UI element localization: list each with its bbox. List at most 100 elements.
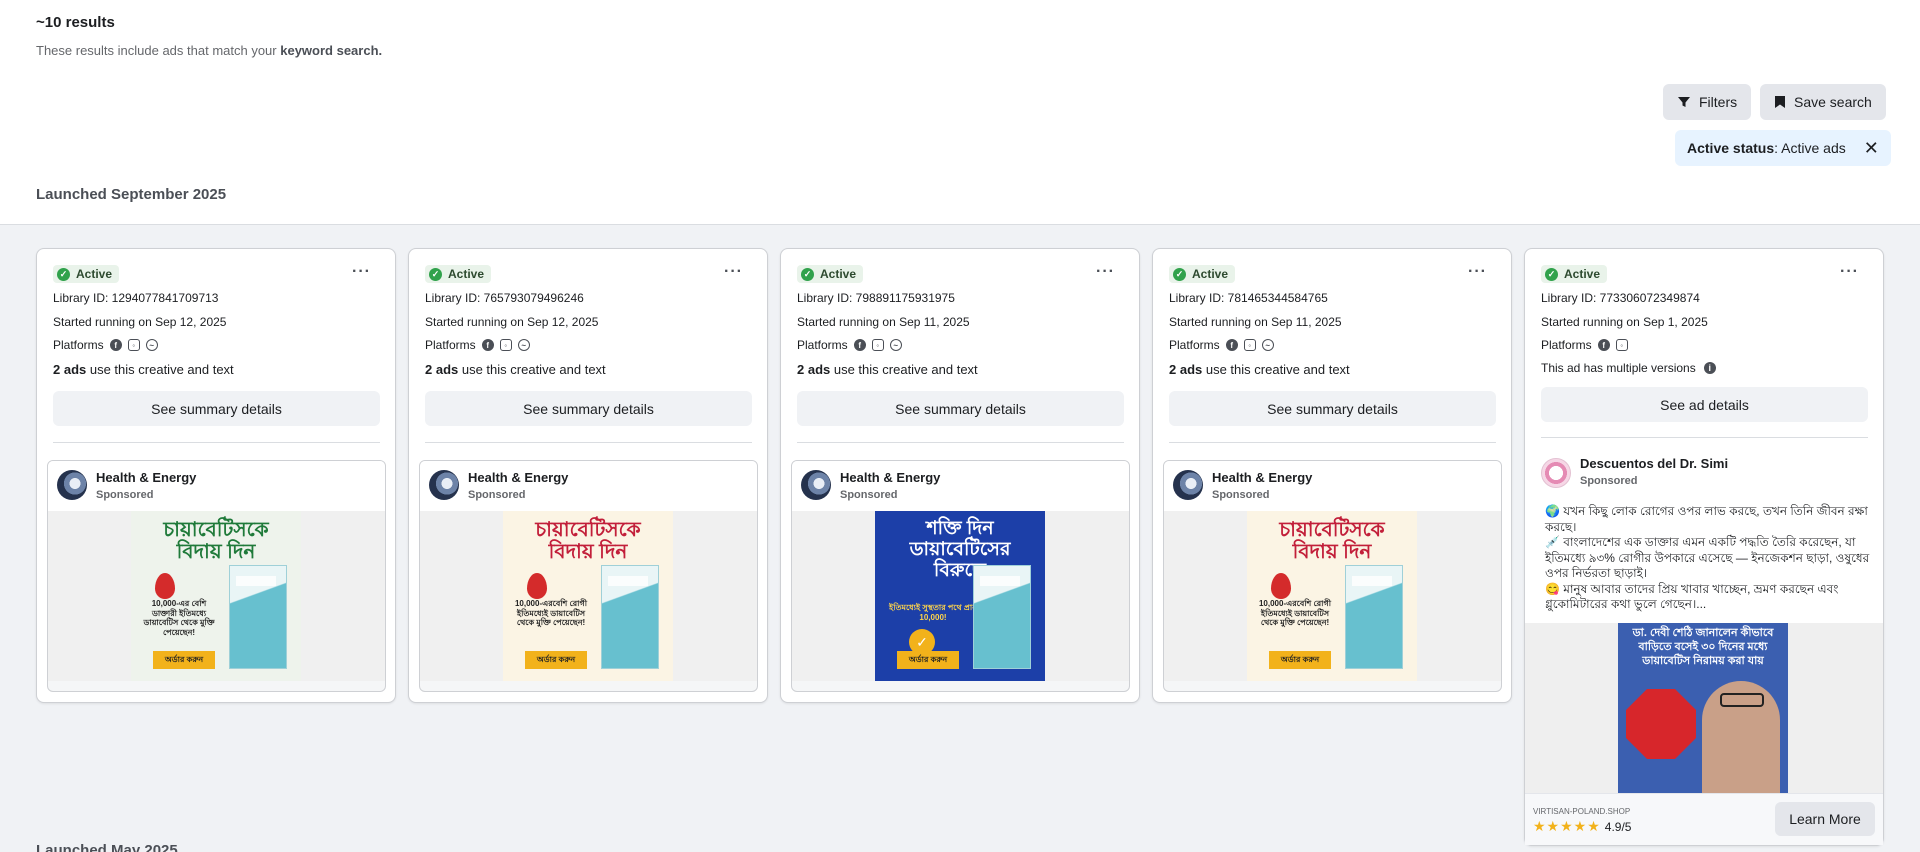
instagram-icon: ◦: [1615, 339, 1628, 351]
learn-more-button[interactable]: Learn More: [1775, 802, 1875, 836]
ad-card: ✓ Active ··· Library ID: 781465344584765 …: [1152, 248, 1512, 703]
more-options-icon[interactable]: ···: [352, 263, 371, 281]
started-running: Started running on Sep 1, 2025: [1541, 315, 1708, 329]
ad-creative: চায়াবেটিসকে বিদায় দিন 10,000-এর বেশি ড…: [131, 511, 301, 681]
library-id: Library ID: 781465344584765: [1169, 291, 1328, 305]
close-icon[interactable]: ✕: [1864, 138, 1879, 159]
preview-header: Health & Energy Sponsored: [420, 461, 757, 511]
creative-title: চায়াবেটিসকে বিদায় দিন: [1279, 519, 1385, 563]
messenger-icon: ~: [1261, 339, 1274, 351]
ad-card: ✓ Active ··· Library ID: 1294077841709713…: [36, 248, 396, 703]
platforms-label: Platforms: [797, 338, 848, 352]
divider: [425, 442, 752, 443]
creative-title: চায়াবেটিসকে বিদায় দিন: [535, 519, 641, 563]
facebook-icon: f: [1597, 339, 1610, 351]
product-box: [601, 565, 659, 669]
ad-creative: চায়াবেটিসকে বিদায় দিন 10,000-এরবেশি রো…: [1247, 511, 1417, 681]
info-icon[interactable]: i: [1703, 362, 1716, 374]
started-running: Started running on Sep 11, 2025: [797, 315, 970, 329]
creative-subtext: 10,000-এরবেশি রোগী ইতিমধ্যেই ডায়াবেটিস …: [1258, 599, 1332, 628]
ad-preview[interactable]: Health & Energy Sponsored চায়াবেটিসকে ব…: [419, 460, 758, 692]
star-rating-icon: ★★★★★: [1533, 818, 1601, 834]
ad-card: ✓ Active ··· Library ID: 798891175931975 …: [780, 248, 1140, 703]
more-options-icon[interactable]: ···: [1840, 263, 1859, 281]
avatar: [1173, 470, 1203, 500]
filter-value: : Active ads: [1774, 140, 1846, 156]
see-summary-details-button[interactable]: See summary details: [53, 391, 380, 426]
product-box: [1345, 565, 1403, 669]
status-badge: ✓ Active: [797, 265, 864, 283]
started-running: Started running on Sep 12, 2025: [53, 315, 227, 329]
ads-text: use this creative and text: [86, 362, 234, 377]
creative-subtext: ইতিমধ্যেই সুস্থতার পথে প্রায় 10,000!: [889, 603, 977, 622]
platforms-row: Platforms f ◦ ~: [797, 338, 902, 352]
messenger-icon: ~: [889, 339, 902, 351]
sponsored-label: Sponsored: [96, 489, 154, 501]
page-name[interactable]: Health & Energy: [468, 470, 568, 485]
ads-count: 2 ads: [53, 362, 87, 377]
facebook-icon: f: [109, 339, 122, 351]
check-icon: ✓: [1173, 267, 1186, 281]
creative-subtext: 10,000-এরবেশি রোগী ইতিমধ্যেই ডায়াবেটিস …: [514, 599, 588, 628]
rating: ★★★★★ 4.9/5: [1533, 818, 1631, 835]
creative-subtext: 10,000-এর বেশি ডাক্তারী ইতিমধ্যে ডায়াবে…: [143, 599, 215, 637]
blood-drop-icon: [155, 573, 175, 599]
facebook-icon: f: [481, 339, 494, 351]
ad-creative: ডা. দেবী শেঠি জানালেন কীভাবে বাড়িতে বসে…: [1618, 623, 1788, 793]
instagram-icon: ◦: [871, 339, 884, 351]
ad-image: ডা. দেবী শেঠি জানালেন কীভাবে বাড়িতে বসে…: [1525, 623, 1883, 793]
status-badge: ✓ Active: [1541, 265, 1608, 283]
page-name[interactable]: Health & Energy: [96, 470, 196, 485]
facebook-icon: f: [1225, 339, 1238, 351]
ad-preview[interactable]: Health & Energy Sponsored চায়াবেটিসকে ব…: [47, 460, 386, 692]
blood-drop-icon: [527, 573, 547, 599]
platforms-row: Platforms f ◦: [1541, 338, 1628, 352]
ad-image: চায়াবেটিসকে বিদায় দিন 10,000-এরবেশি রো…: [420, 511, 757, 681]
facebook-icon: f: [853, 339, 866, 351]
creative-cta: অর্ডার করুন: [897, 651, 959, 669]
page-name[interactable]: Health & Energy: [840, 470, 940, 485]
ad-preview[interactable]: Health & Energy Sponsored চায়াবেটিসকে ব…: [1163, 460, 1502, 692]
ad-footer: VIRTISAN-POLAND.SHOP ★★★★★ 4.9/5 Learn M…: [1525, 793, 1883, 845]
status-badge: ✓ Active: [425, 265, 492, 283]
see-summary-details-button[interactable]: See summary details: [797, 391, 1124, 426]
ad-image: শক্তি দিন ডায়াবেটিসের বিরুদ্ধে ইতিমধ্যে…: [792, 511, 1129, 681]
results-count: ~10 results: [36, 14, 115, 31]
check-icon: ✓: [1545, 267, 1558, 281]
results-sub-text: These results include ads that match you…: [36, 43, 281, 58]
more-options-icon[interactable]: ···: [1096, 263, 1115, 281]
results-header: ~10 results These results include ads th…: [0, 0, 1920, 225]
more-options-icon[interactable]: ···: [724, 263, 743, 281]
filters-button[interactable]: Filters: [1663, 84, 1752, 120]
shop-domain: VIRTISAN-POLAND.SHOP: [1533, 807, 1631, 816]
sponsored-label: Sponsored: [1212, 489, 1270, 501]
ads-count: 2 ads: [797, 362, 831, 377]
stop-sign-icon: [1626, 689, 1696, 759]
more-options-icon[interactable]: ···: [1468, 263, 1487, 281]
preview-header: Health & Energy Sponsored: [792, 461, 1129, 511]
see-summary-details-button[interactable]: See summary details: [425, 391, 752, 426]
save-search-button[interactable]: Save search: [1760, 84, 1886, 120]
ads-count: 2 ads: [1169, 362, 1203, 377]
page-name[interactable]: Health & Energy: [1212, 470, 1312, 485]
page-name[interactable]: Descuentos del Dr. Simi: [1580, 456, 1728, 471]
creative-title: চায়াবেটিসকে বিদায় দিন: [163, 519, 269, 563]
ads-text: use this creative and text: [830, 362, 978, 377]
status-badge: ✓ Active: [53, 265, 120, 283]
ad-preview[interactable]: Health & Energy Sponsored শক্তি দিন ডায়…: [791, 460, 1130, 692]
avatar: [1541, 458, 1571, 488]
results-subtitle: These results include ads that match you…: [36, 43, 382, 58]
see-summary-details-button[interactable]: See summary details: [1169, 391, 1496, 426]
status-label: Active: [1564, 267, 1601, 281]
avatar: [57, 470, 87, 500]
check-icon: ✓: [57, 267, 70, 281]
active-status-filter-chip[interactable]: Active status: Active ads ✕: [1675, 130, 1891, 166]
creative-cta: অর্ডার করুন: [153, 651, 215, 669]
status-badge: ✓ Active: [1169, 265, 1236, 283]
creative-cta: অর্ডার করুন: [525, 651, 587, 669]
instagram-icon: ◦: [499, 339, 512, 351]
divider: [53, 442, 380, 443]
ad-image: চায়াবেটিসকে বিদায় দিন 10,000-এর বেশি ড…: [48, 511, 385, 681]
see-ad-details-button[interactable]: See ad details: [1541, 387, 1868, 422]
ad-creative: চায়াবেটিসকে বিদায় দিন 10,000-এরবেশি রো…: [503, 511, 673, 681]
